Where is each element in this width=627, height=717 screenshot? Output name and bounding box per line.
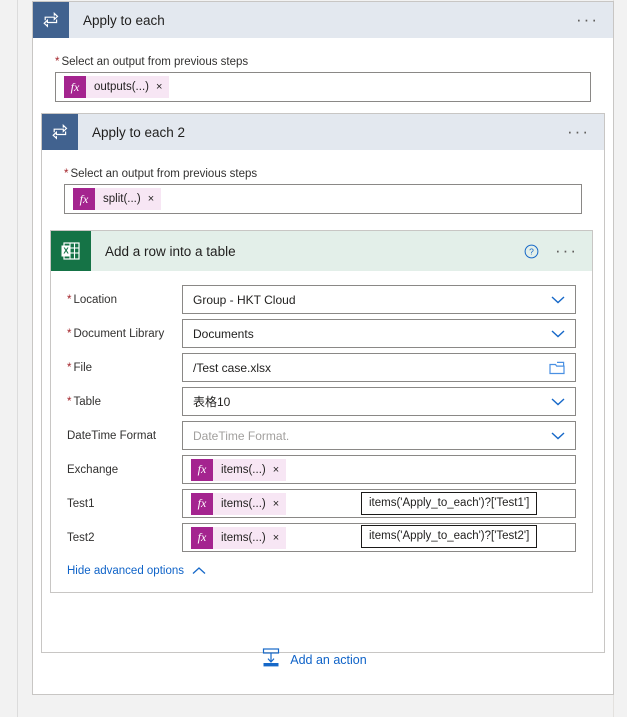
inner-loop-field-label: * Select an output from previous steps <box>64 168 258 180</box>
token-chip[interactable]: fx items(...) × <box>191 458 287 481</box>
required-marker: * <box>67 395 72 408</box>
field-label-datetime-format: DateTime Format <box>67 429 157 442</box>
datetime-format-dropdown[interactable]: DateTime Format. <box>182 421 576 450</box>
token-label: items(...) <box>221 531 266 544</box>
field-label-document-library: * Document Library <box>67 327 165 340</box>
token-chip[interactable]: fx outputs(...) × <box>64 76 170 98</box>
field-label-test1: Test1 <box>67 497 95 510</box>
svg-text:?: ? <box>529 246 534 256</box>
apply-to-each-title: Apply to each <box>83 12 165 28</box>
outer-loop-input[interactable]: fx outputs(...) × <box>55 72 591 102</box>
apply-to-each-2-header[interactable]: Apply to each 2 ··· <box>42 114 604 150</box>
chevron-down-icon[interactable] <box>551 397 565 406</box>
token-remove-icon[interactable]: × <box>148 193 161 205</box>
token-label: items(...) <box>221 497 266 510</box>
table-value: 表格10 <box>193 395 231 409</box>
file-input[interactable]: /Test case.xlsx <box>182 353 576 382</box>
field-row-test1: Test1 fx items(...) × items('Apply_to_ea… <box>67 487 576 520</box>
location-value: Group - HKT Cloud <box>193 292 296 307</box>
canvas-left-rail <box>0 0 18 717</box>
outer-loop-field-label: * Select an output from previous steps <box>55 56 249 68</box>
required-marker: * <box>64 168 69 180</box>
chevron-up-icon <box>192 567 206 575</box>
token-label: items(...) <box>221 463 266 476</box>
table-dropdown[interactable]: 表格10 <box>182 387 576 416</box>
file-value: /Test case.xlsx <box>193 360 272 375</box>
field-row-datetime-format: DateTime Format DateTime Format. <box>67 419 576 452</box>
field-label-table: * Table <box>67 395 101 408</box>
fx-icon: fx <box>73 188 95 210</box>
fx-icon: fx <box>191 492 213 515</box>
outer-loop-field: * Select an output from previous steps fx… <box>33 38 613 102</box>
fx-icon: fx <box>191 458 213 481</box>
chevron-down-icon[interactable] <box>551 431 565 440</box>
chevron-down-icon[interactable] <box>551 329 565 338</box>
token-chip[interactable]: fx items(...) × <box>191 526 287 549</box>
hide-advanced-options-link[interactable]: Hide advanced options <box>67 565 206 577</box>
chevron-down-icon[interactable] <box>551 295 565 304</box>
add-an-action-label: Add an action <box>290 652 367 667</box>
exchange-input[interactable]: fx items(...) × <box>182 455 576 484</box>
loop-icon <box>42 114 78 150</box>
required-marker: * <box>67 361 72 374</box>
test1-tooltip: items('Apply_to_each')?['Test1'] <box>361 492 538 515</box>
canvas-right-rail <box>613 0 627 717</box>
inner-loop-field: * Select an output from previous steps fx… <box>42 150 604 214</box>
field-row-exchange: Exchange fx items(...) × <box>67 453 576 486</box>
svg-text:X: X <box>63 247 69 256</box>
token-remove-icon[interactable]: × <box>273 498 286 510</box>
document-library-value: Documents <box>193 326 254 341</box>
add-row-into-table-menu-button[interactable]: ··· <box>555 242 592 259</box>
token-label: split(...) <box>103 193 141 205</box>
add-row-into-table-header[interactable]: X Add a row into a table ? ··· <box>51 231 592 271</box>
fx-icon: fx <box>64 76 86 98</box>
field-row-location: * Location Group - HKT Cloud <box>67 283 576 316</box>
field-row-file: * File /Test case.xlsx <box>67 351 576 384</box>
fx-icon: fx <box>191 526 213 549</box>
hide-advanced-options-label: Hide advanced options <box>67 565 184 577</box>
inner-loop-input[interactable]: fx split(...) × <box>64 184 582 214</box>
apply-to-each-menu-button[interactable]: ··· <box>576 11 613 28</box>
help-icon[interactable]: ? <box>524 244 539 259</box>
token-remove-icon[interactable]: × <box>273 532 286 544</box>
add-row-into-table-card: X Add a row into a table ? ··· * Location… <box>50 230 593 593</box>
required-marker: * <box>67 293 72 306</box>
add-an-action-button[interactable]: Add an action <box>0 648 627 671</box>
location-dropdown[interactable]: Group - HKT Cloud <box>182 285 576 314</box>
token-remove-icon[interactable]: × <box>273 464 286 476</box>
token-chip[interactable]: fx items(...) × <box>191 492 287 515</box>
token-chip[interactable]: fx split(...) × <box>73 188 162 210</box>
excel-icon: X <box>51 231 91 271</box>
folder-picker-icon[interactable] <box>549 361 565 375</box>
insert-action-icon <box>260 648 282 671</box>
field-label-location: * Location <box>67 293 117 306</box>
add-row-into-table-fields: * Location Group - HKT Cloud * Document Li… <box>51 271 592 554</box>
test2-tooltip: items('Apply_to_each')?['Test2'] <box>361 525 538 548</box>
document-library-dropdown[interactable]: Documents <box>182 319 576 348</box>
field-row-document-library: * Document Library Documents <box>67 317 576 350</box>
apply-to-each-2-title: Apply to each 2 <box>92 124 186 140</box>
field-row-table: * Table 表格10 <box>67 385 576 418</box>
required-marker: * <box>67 327 72 340</box>
field-label-file: * File <box>67 361 93 374</box>
apply-to-each-header[interactable]: Apply to each ··· <box>33 2 613 38</box>
loop-icon <box>33 2 69 38</box>
apply-to-each-2-menu-button[interactable]: ··· <box>567 123 604 140</box>
field-label-exchange: Exchange <box>67 463 119 476</box>
add-row-into-table-title: Add a row into a table <box>105 243 236 259</box>
field-row-test2: Test2 fx items(...) × items('Apply_to_ea… <box>67 521 576 554</box>
token-remove-icon[interactable]: × <box>156 81 169 93</box>
token-label: outputs(...) <box>94 81 149 93</box>
datetime-format-placeholder: DateTime Format. <box>193 428 290 443</box>
field-label-test2: Test2 <box>67 531 95 544</box>
required-marker: * <box>55 56 60 68</box>
